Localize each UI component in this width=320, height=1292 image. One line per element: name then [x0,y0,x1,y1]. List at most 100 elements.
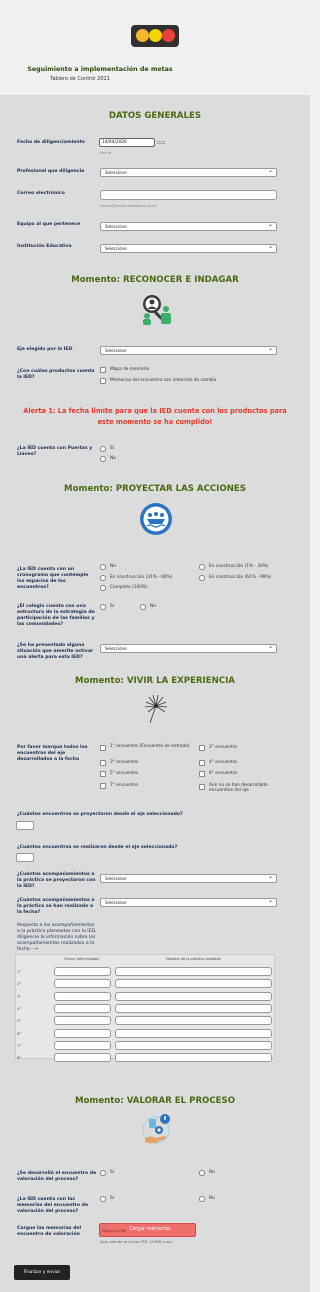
calendar-icon[interactable] [157,141,165,144]
correo-hint: correo@dominiodeejemplo.co [100,203,157,208]
proyectaron-input[interactable] [16,821,34,830]
productos-checkbox[interactable] [100,367,106,373]
colegio-radio[interactable] [140,604,146,610]
encuentros-checkbox[interactable] [199,760,205,766]
fecha-input[interactable]: 14/04/2026 [99,138,155,147]
upload-field[interactable]: Ninguno PDF Cargar memorias [99,1223,196,1237]
eje-select[interactable]: Seleccione [100,345,277,355]
upload-placeholder: Ninguno PDF [102,1228,127,1233]
table-cell-fecha[interactable] [54,1053,111,1063]
memorias-label: ¿La IED cuenta con las memorias del encu… [17,1197,89,1214]
profesional-label: Profesional que diligencia [17,169,85,174]
cronograma-radio[interactable] [199,564,205,570]
encuentros-checkbox[interactable] [199,784,205,790]
section-heading-valorar: Momento: VALORAR EL PROCESO [74,1096,236,1106]
cronograma-option: En construcción (31% - 60%) [110,575,173,580]
equipo-label: Equipo al que pertenece [17,222,81,227]
encuentros-checkbox[interactable] [199,771,205,777]
eje-label: Eje elegido por la IED [17,347,73,352]
upload-hint: Solo admite archivos PDF (20MB max) [100,1239,173,1244]
red-lamp-icon [162,29,175,42]
table-cell-fecha[interactable] [54,1028,111,1038]
institucion-label: Institución Educativa [17,244,72,249]
table-cell-fecha[interactable] [54,1040,111,1050]
encuentros-option: 4° encuentro [209,760,238,765]
table-cell-nombre[interactable] [115,979,272,989]
table-cell-nombre[interactable] [115,967,272,976]
cronograma-radio[interactable] [199,575,205,581]
correo-input[interactable] [100,190,277,200]
encuentros-option: 2° encuentro [209,745,238,750]
cronograma-radio[interactable] [100,585,106,591]
table-cell-nombre[interactable] [115,1040,272,1050]
puertas-option: No [110,456,116,461]
productos-checkbox[interactable] [100,378,106,384]
alert-message: Alerta 1: La fecha limite para que la IE… [23,407,287,426]
encuentros-option: Aún no se han desarrollado encuentros de… [209,783,268,793]
table-row-label: 3° [17,993,22,999]
encuentros-option: 6° encuentro [209,771,238,776]
colegio-radio[interactable] [100,604,106,610]
table-header-fecha: Fecha (dd/mm/aaaa) [64,957,100,961]
magnifier-people-icon [143,295,171,325]
memorias-radio[interactable] [199,1196,205,1202]
cronograma-option: En construcción (61% - 99%) [209,575,272,580]
table-row-label: 6° [17,1030,22,1036]
encuentros-checkbox[interactable] [100,771,106,777]
table-cell-fecha[interactable] [54,1016,111,1026]
acomp-realizados-label: ¿Cuántos acompañamientos a la práctica s… [17,898,95,915]
table-cell-nombre[interactable] [115,1003,272,1013]
cronograma-radio[interactable] [100,564,106,570]
memorias-option: No [209,1196,215,1201]
submit-button[interactable]: Finalizar y enviar [14,1265,70,1280]
table-cell-fecha[interactable] [54,967,111,976]
table-cell-nombre[interactable] [115,1016,272,1026]
puertas-radio[interactable] [100,446,106,452]
upload-button[interactable]: Cargar memorias [129,1227,171,1232]
encuentros-option: 5° encuentro [110,771,139,776]
equipo-select[interactable]: Seleccione [100,221,277,231]
productos-option: Mapa de memoria [110,367,150,372]
institucion-select[interactable]: Seleccione [100,243,277,253]
section-heading-proyectar: Momento: PROYECTAR LAS ACCIONES [64,484,246,494]
encuentros-checkbox[interactable] [100,760,106,766]
cronograma-option: Completo (100%) [110,585,148,590]
realizaron-input[interactable] [16,853,34,862]
acomp-proyectados-select[interactable]: Seleccione [100,873,277,883]
desarrollo-option: Sí [110,1170,114,1175]
table-cell-fecha[interactable] [54,1003,111,1013]
table-row-label: 7° [17,1042,22,1048]
profesional-select[interactable]: Seleccione [100,167,277,177]
desarrollo-option: No [209,1170,215,1175]
cargue-label: Cargue las memorias del encuentro de val… [17,1226,82,1237]
table-row-label: 4° [17,1005,22,1011]
table-cell-nombre[interactable] [115,1028,272,1038]
table-cell-nombre[interactable] [115,1053,272,1063]
table-row-label: 5° [17,1018,22,1024]
table-cell-nombre[interactable] [115,991,272,1001]
table-cell-fecha[interactable] [54,991,111,1001]
productos-label: ¿Con cuáles productos cuenta la IED? [17,369,95,380]
encuentros-checkbox[interactable] [100,745,106,751]
page-header: Seguimiento a implementación de metas Ta… [0,0,310,95]
encuentros-checkbox[interactable] [199,745,205,751]
cronograma-option: En construcción (1% - 30%) [209,564,269,569]
encuentros-option: 3° encuentro [110,760,139,765]
page-title: Seguimiento a implementación de metas [27,66,173,73]
desarrollo-radio[interactable] [100,1170,106,1176]
acomp-realizados-select[interactable]: Seleccione [100,897,277,907]
realizaron-label: ¿Cuántos encuentros se realizaron desde … [17,845,178,850]
desarrollo-radio[interactable] [199,1170,205,1176]
dandelion-icon [144,694,168,724]
proyectaron-label: ¿Cuántos encuentros se proyectaron desde… [17,812,183,817]
encuentros-checkbox[interactable] [100,783,106,789]
alerta-select[interactable]: Seleccione [100,643,277,653]
puertas-option: Sí [110,446,114,451]
table-cell-fecha[interactable] [54,979,111,989]
cronograma-option: No [110,564,116,569]
memorias-radio[interactable] [100,1196,106,1202]
cronograma-radio[interactable] [100,575,106,581]
puertas-radio[interactable] [100,456,106,462]
fecha-hint: Fecha [100,150,112,155]
table-row-label: 1° [17,969,22,974]
